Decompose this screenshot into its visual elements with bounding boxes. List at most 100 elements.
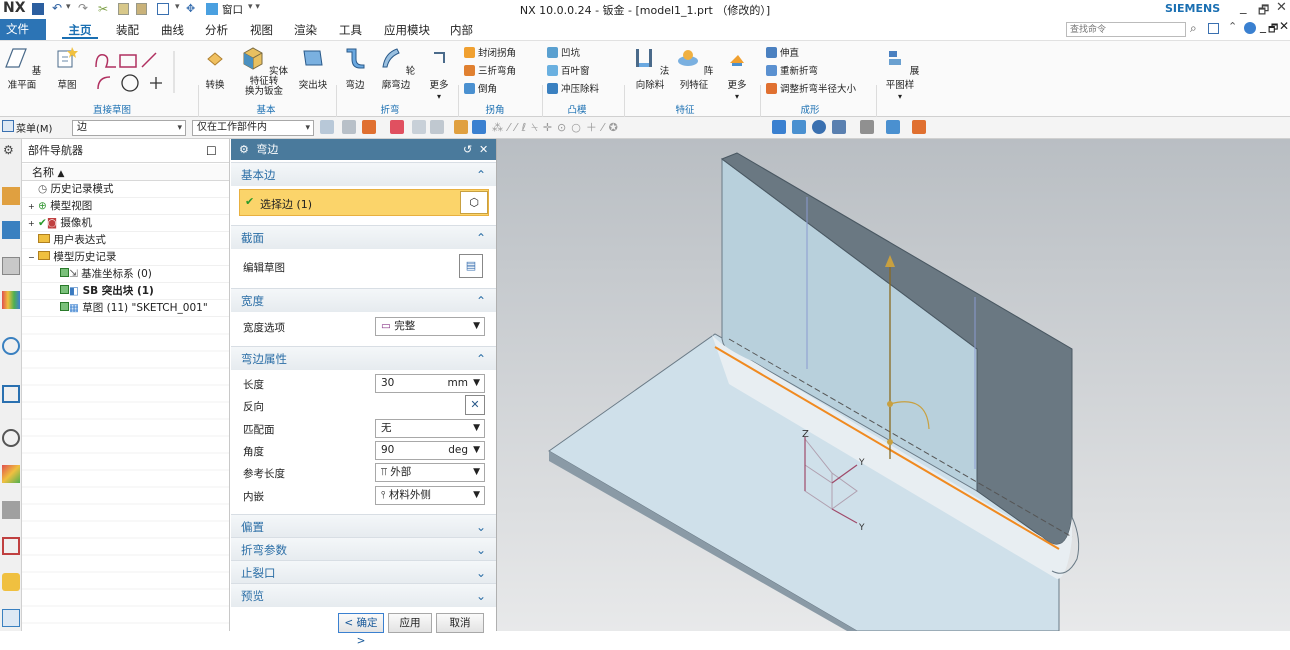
snap-point-icons[interactable]: ⁂⁄⁄ℓ⍀✛⊙○＋⁄✪ bbox=[492, 119, 623, 135]
palette-icon[interactable] bbox=[2, 573, 20, 591]
expand-icon[interactable]: + bbox=[28, 202, 35, 211]
reverse-direction-icon[interactable]: ✕ bbox=[465, 395, 485, 415]
dimple-button[interactable]: 凹坑 bbox=[547, 46, 580, 61]
resize-bend-radius-button[interactable]: 调整折弯半径大小 bbox=[766, 82, 856, 97]
part-navigator-icon[interactable] bbox=[2, 257, 20, 275]
cancel-button[interactable]: 取消 bbox=[436, 613, 484, 633]
doc-close-icon[interactable]: ✕ bbox=[1279, 19, 1289, 33]
pattern-feature-button[interactable]: 阵列特征 bbox=[674, 45, 714, 91]
tree-item-tab-feature[interactable]: ◧ SB 突出块 (1) bbox=[22, 283, 229, 300]
tab-file[interactable]: 文件(F) bbox=[0, 19, 46, 57]
expand-icon[interactable]: + bbox=[28, 219, 35, 228]
reference-length-select[interactable]: ⫪ 外部 ▼ bbox=[375, 463, 485, 482]
tab-tools[interactable]: 工具 bbox=[339, 21, 362, 39]
normal-cutout-button[interactable]: 法向除料 bbox=[630, 45, 670, 91]
sketch-curve-tools[interactable] bbox=[94, 49, 178, 95]
clock-history-icon[interactable] bbox=[2, 429, 20, 447]
convert-button[interactable]: 转换 bbox=[202, 45, 228, 91]
doc-minimize-icon[interactable]: _ bbox=[1260, 19, 1266, 33]
system-materials-icon[interactable] bbox=[2, 465, 20, 483]
collapse-ribbon-icon[interactable]: ⌃ bbox=[1228, 20, 1237, 33]
connected-curves-icon[interactable] bbox=[390, 120, 404, 134]
type-filter-select[interactable]: 边 bbox=[72, 120, 186, 136]
width-option-select[interactable]: ▭ 完整 ▼ bbox=[375, 317, 485, 336]
length-input[interactable]: 30 mm ▼ bbox=[375, 374, 485, 393]
reuse-library-icon[interactable] bbox=[2, 291, 20, 309]
bend-more-button[interactable]: 更多 ▾ bbox=[424, 45, 454, 102]
tree-item-model-history[interactable]: − 模型历史记录 bbox=[22, 249, 229, 266]
match-face-select[interactable]: 无 ▼ bbox=[375, 419, 485, 438]
select-edge-field[interactable]: ✔ 选择边 (1) ⬡ bbox=[239, 189, 489, 216]
render-style-icon[interactable] bbox=[860, 120, 874, 134]
close-icon[interactable]: ✕ bbox=[1276, 0, 1287, 15]
flange-button[interactable]: 弯边 bbox=[340, 45, 370, 91]
resource-icon[interactable] bbox=[1208, 23, 1219, 34]
louver-button[interactable]: 百叶窗 bbox=[547, 64, 590, 79]
sketch-button[interactable]: 草图 bbox=[52, 45, 82, 91]
navigator-maximize-icon[interactable]: ☐ bbox=[206, 139, 217, 163]
solid-to-sheetmetal-button[interactable]: 实体特征转 换为钣金 bbox=[236, 45, 292, 97]
three-bend-corner-button[interactable]: 三折弯角 bbox=[464, 64, 516, 79]
tab-analysis[interactable]: 分析 bbox=[205, 21, 228, 39]
assembly-navigator-icon[interactable] bbox=[2, 187, 20, 205]
contour-flange-button[interactable]: 轮廓弯边 bbox=[374, 45, 418, 91]
layer-icon[interactable] bbox=[886, 120, 900, 134]
section-section[interactable]: 截面 ⌃ bbox=[231, 225, 496, 249]
section-offset[interactable]: 偏置 ⌄ bbox=[231, 514, 496, 538]
visibility-checkbox-icon[interactable] bbox=[60, 302, 69, 311]
section-base-edge[interactable]: 基本边 ⌃ bbox=[231, 162, 496, 186]
section-preview[interactable]: 预览 ⌄ bbox=[231, 583, 496, 607]
help-icon[interactable] bbox=[1244, 22, 1256, 34]
drawing-templates-icon[interactable] bbox=[2, 609, 20, 627]
section-relief[interactable]: 止裂口 ⌄ bbox=[231, 560, 496, 584]
inset-select[interactable]: ⫯ 材料外侧 ▼ bbox=[375, 486, 485, 505]
flat-pattern-button[interactable]: 展平图样 ▾ bbox=[880, 45, 920, 102]
command-search-input[interactable] bbox=[1066, 22, 1186, 37]
dialog-close-icon[interactable]: ✕ bbox=[479, 139, 488, 160]
edge-cube-icon[interactable]: ⬡ bbox=[460, 191, 488, 214]
show-hide-icon[interactable] bbox=[912, 120, 926, 134]
graphics-viewport[interactable]: Z Y Y bbox=[497, 139, 1290, 631]
angle-input[interactable]: 90 deg ▼ bbox=[375, 441, 485, 460]
rebend-button[interactable]: 重新折弯 bbox=[766, 64, 818, 79]
tab-curve[interactable]: 曲线 bbox=[161, 21, 184, 39]
general-select-icon[interactable] bbox=[320, 120, 334, 134]
section-bend-parameters[interactable]: 折弯参数 ⌄ bbox=[231, 537, 496, 561]
zoom-icon[interactable] bbox=[792, 120, 806, 134]
column-header-name[interactable]: 名称 ▲ bbox=[22, 164, 229, 181]
tab-applications[interactable]: 应用模块 bbox=[384, 21, 430, 39]
tree-item-history-mode[interactable]: ◷ 历史记录模式 bbox=[22, 181, 229, 198]
snap-enable-icon[interactable] bbox=[454, 120, 468, 134]
view-fit-icon[interactable] bbox=[772, 120, 786, 134]
tab-assembly[interactable]: 装配 bbox=[116, 21, 139, 39]
tab-view[interactable]: 视图 bbox=[250, 21, 273, 39]
orient-view-icon[interactable] bbox=[832, 120, 846, 134]
dialog-gear-icon[interactable]: ⚙ bbox=[239, 143, 249, 156]
constraint-navigator-icon[interactable] bbox=[2, 221, 20, 239]
feature-more-button[interactable]: 更多 ▾ bbox=[722, 45, 752, 102]
tree-item-datum-csys[interactable]: ⇲ 基准坐标系 (0) bbox=[22, 266, 229, 283]
tab-render[interactable]: 渲染 bbox=[294, 21, 317, 39]
tree-item-sketch[interactable]: ▦ 草图 (11) "SKETCH_001" bbox=[22, 300, 229, 317]
tab-internal[interactable]: 内部 bbox=[450, 21, 473, 39]
closed-corner-button[interactable]: 封闭拐角 bbox=[464, 46, 516, 61]
stop-at-intersection-icon[interactable] bbox=[412, 120, 426, 134]
edit-sketch-icon[interactable]: ▤ bbox=[459, 254, 483, 278]
visibility-checkbox-icon[interactable] bbox=[60, 268, 69, 277]
tab-home[interactable]: 主页 bbox=[62, 21, 98, 39]
unbend-button[interactable]: 伸直 bbox=[766, 46, 799, 61]
selection-scope-select[interactable]: 仅在工作部件内 bbox=[192, 120, 314, 136]
ok-button[interactable]: < 确定 > bbox=[338, 613, 384, 647]
apply-button[interactable]: 应用 bbox=[388, 613, 432, 633]
minimize-icon[interactable]: _ bbox=[1240, 0, 1247, 15]
search-icon[interactable]: ⌕ bbox=[1190, 21, 1197, 36]
rotate-icon[interactable] bbox=[812, 120, 826, 134]
reset-icon[interactable]: ↺ bbox=[463, 139, 472, 160]
tab-feature-button[interactable]: 突出块 bbox=[298, 45, 328, 91]
tree-item-user-expressions[interactable]: 用户表达式 bbox=[22, 232, 229, 249]
doc-restore-icon[interactable]: 🗗 bbox=[1268, 20, 1278, 39]
section-flange-properties[interactable]: 弯边属性 ⌃ bbox=[231, 346, 496, 370]
curve-rule-icon[interactable] bbox=[362, 120, 376, 134]
resource-settings-icon[interactable]: ⚙ bbox=[3, 143, 14, 157]
visibility-checkbox-icon[interactable] bbox=[60, 285, 69, 294]
